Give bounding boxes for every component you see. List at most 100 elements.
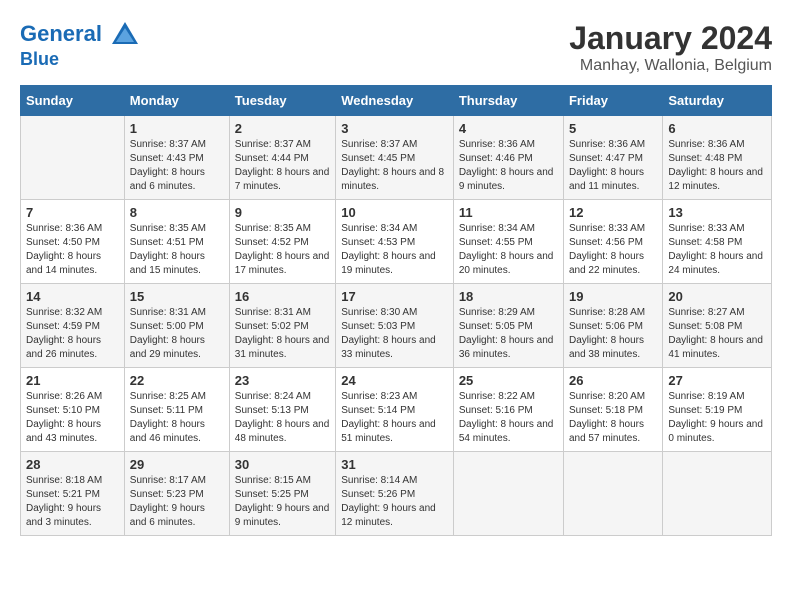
day-info: Sunrise: 8:29 AM Sunset: 5:05 PM Dayligh… [459,306,558,362]
week-row-3: 14Sunrise: 8:32 AM Sunset: 4:59 PM Dayli… [21,284,772,368]
header-saturday: Saturday [663,86,772,116]
calendar-cell: 25 Sunrise: 8:22 AM Sunset: 5:16 PM Dayli… [453,368,563,452]
header-wednesday: Wednesday [336,86,454,116]
day-info: Sunrise: 8:37 AM Sunset: 4:43 PM Dayligh… [130,138,224,194]
calendar-cell: 27Sunrise: 8:19 AM Sunset: 5:19 PM Dayli… [663,368,772,452]
page-header: General Blue January 2024 Manhay, Wallon… [20,20,772,75]
day-info: Sunrise: 8:20 AM Sunset: 5:18 PM Dayligh… [569,390,657,446]
calendar-cell: 1 Sunrise: 8:37 AM Sunset: 4:43 PM Daylig… [124,116,229,200]
logo-blue: Blue [20,50,140,70]
calendar-cell: 31 Sunrise: 8:14 AM Sunset: 5:26 PM Dayli… [336,452,454,536]
calendar-cell: 11 Sunrise: 8:34 AM Sunset: 4:55 PM Dayli… [453,200,563,284]
calendar-cell: 5 Sunrise: 8:36 AM Sunset: 4:47 PM Daylig… [563,116,662,200]
day-info: Sunrise: 8:33 AM Sunset: 4:58 PM Dayligh… [668,222,766,278]
calendar-cell: 14Sunrise: 8:32 AM Sunset: 4:59 PM Dayli… [21,284,125,368]
calendar-cell: 16 Sunrise: 8:31 AM Sunset: 5:02 PM Dayli… [229,284,335,368]
calendar-cell: 10Sunrise: 8:34 AM Sunset: 4:53 PM Dayli… [336,200,454,284]
day-number: 16 [235,289,330,304]
day-number: 10 [341,205,448,220]
day-number: 25 [459,373,558,388]
day-number: 27 [668,373,766,388]
day-info: Sunrise: 8:24 AM Sunset: 5:13 PM Dayligh… [235,390,330,446]
calendar-cell [663,452,772,536]
calendar-cell: 26 Sunrise: 8:20 AM Sunset: 5:18 PM Dayli… [563,368,662,452]
day-info: Sunrise: 8:31 AM Sunset: 5:02 PM Dayligh… [235,306,330,362]
day-number: 19 [569,289,657,304]
calendar-cell: 17Sunrise: 8:30 AM Sunset: 5:03 PM Dayli… [336,284,454,368]
calendar-cell: 20 Sunrise: 8:27 AM Sunset: 5:08 PM Dayli… [663,284,772,368]
calendar-cell: 7Sunrise: 8:36 AM Sunset: 4:50 PM Daylig… [21,200,125,284]
day-number: 22 [130,373,224,388]
calendar-cell: 30 Sunrise: 8:15 AM Sunset: 5:25 PM Dayli… [229,452,335,536]
calendar-cell: 19 Sunrise: 8:28 AM Sunset: 5:06 PM Dayli… [563,284,662,368]
calendar-header-row: SundayMondayTuesdayWednesdayThursdayFrid… [21,86,772,116]
month-year-title: January 2024 [569,20,772,57]
day-number: 28 [26,457,119,472]
day-info: Sunrise: 8:25 AM Sunset: 5:11 PM Dayligh… [130,390,224,446]
day-info: Sunrise: 8:35 AM Sunset: 4:51 PM Dayligh… [130,222,224,278]
day-info: Sunrise: 8:34 AM Sunset: 4:55 PM Dayligh… [459,222,558,278]
day-info: Sunrise: 8:37 AM Sunset: 4:45 PM Dayligh… [341,138,448,194]
day-number: 26 [569,373,657,388]
day-info: Sunrise: 8:35 AM Sunset: 4:52 PM Dayligh… [235,222,330,278]
day-info: Sunrise: 8:26 AM Sunset: 5:10 PM Dayligh… [26,390,119,446]
week-row-1: 1 Sunrise: 8:37 AM Sunset: 4:43 PM Daylig… [21,116,772,200]
day-info: Sunrise: 8:28 AM Sunset: 5:06 PM Dayligh… [569,306,657,362]
day-info: Sunrise: 8:31 AM Sunset: 5:00 PM Dayligh… [130,306,224,362]
day-number: 1 [130,121,224,136]
calendar-cell: 18 Sunrise: 8:29 AM Sunset: 5:05 PM Dayli… [453,284,563,368]
day-info: Sunrise: 8:30 AM Sunset: 5:03 PM Dayligh… [341,306,448,362]
day-number: 24 [341,373,448,388]
day-info: Sunrise: 8:36 AM Sunset: 4:47 PM Dayligh… [569,138,657,194]
day-info: Sunrise: 8:14 AM Sunset: 5:26 PM Dayligh… [341,474,448,530]
calendar-cell: 4 Sunrise: 8:36 AM Sunset: 4:46 PM Daylig… [453,116,563,200]
calendar-cell: 12 Sunrise: 8:33 AM Sunset: 4:56 PM Dayli… [563,200,662,284]
day-info: Sunrise: 8:33 AM Sunset: 4:56 PM Dayligh… [569,222,657,278]
day-number: 30 [235,457,330,472]
calendar-table: SundayMondayTuesdayWednesdayThursdayFrid… [20,85,772,536]
calendar-cell: 23 Sunrise: 8:24 AM Sunset: 5:13 PM Dayli… [229,368,335,452]
day-number: 9 [235,205,330,220]
day-number: 15 [130,289,224,304]
day-number: 23 [235,373,330,388]
calendar-cell: 21 Sunrise: 8:26 AM Sunset: 5:10 PM Dayli… [21,368,125,452]
title-block: January 2024 Manhay, Wallonia, Belgium [569,20,772,75]
day-number: 4 [459,121,558,136]
day-number: 7 [26,205,119,220]
day-number: 18 [459,289,558,304]
day-info: Sunrise: 8:36 AM Sunset: 4:46 PM Dayligh… [459,138,558,194]
day-number: 8 [130,205,224,220]
day-number: 11 [459,205,558,220]
header-monday: Monday [124,86,229,116]
day-number: 31 [341,457,448,472]
day-info: Sunrise: 8:22 AM Sunset: 5:16 PM Dayligh… [459,390,558,446]
day-info: Sunrise: 8:36 AM Sunset: 4:48 PM Dayligh… [668,138,766,194]
calendar-cell [21,116,125,200]
header-sunday: Sunday [21,86,125,116]
day-number: 29 [130,457,224,472]
day-number: 20 [668,289,766,304]
week-row-5: 28 Sunrise: 8:18 AM Sunset: 5:21 PM Dayli… [21,452,772,536]
header-friday: Friday [563,86,662,116]
calendar-cell: 24Sunrise: 8:23 AM Sunset: 5:14 PM Dayli… [336,368,454,452]
logo: General Blue [20,20,140,70]
day-number: 14 [26,289,119,304]
day-info: Sunrise: 8:27 AM Sunset: 5:08 PM Dayligh… [668,306,766,362]
calendar-cell: 6 Sunrise: 8:36 AM Sunset: 4:48 PM Daylig… [663,116,772,200]
day-number: 6 [668,121,766,136]
day-number: 2 [235,121,330,136]
calendar-cell: 22 Sunrise: 8:25 AM Sunset: 5:11 PM Dayli… [124,368,229,452]
calendar-cell: 29Sunrise: 8:17 AM Sunset: 5:23 PM Dayli… [124,452,229,536]
day-info: Sunrise: 8:15 AM Sunset: 5:25 PM Dayligh… [235,474,330,530]
logo-text: General [20,20,140,50]
header-tuesday: Tuesday [229,86,335,116]
day-info: Sunrise: 8:18 AM Sunset: 5:21 PM Dayligh… [26,474,119,530]
calendar-cell: 8 Sunrise: 8:35 AM Sunset: 4:51 PM Daylig… [124,200,229,284]
day-number: 12 [569,205,657,220]
day-number: 21 [26,373,119,388]
day-number: 3 [341,121,448,136]
day-number: 5 [569,121,657,136]
day-info: Sunrise: 8:37 AM Sunset: 4:44 PM Dayligh… [235,138,330,194]
header-thursday: Thursday [453,86,563,116]
calendar-cell [563,452,662,536]
